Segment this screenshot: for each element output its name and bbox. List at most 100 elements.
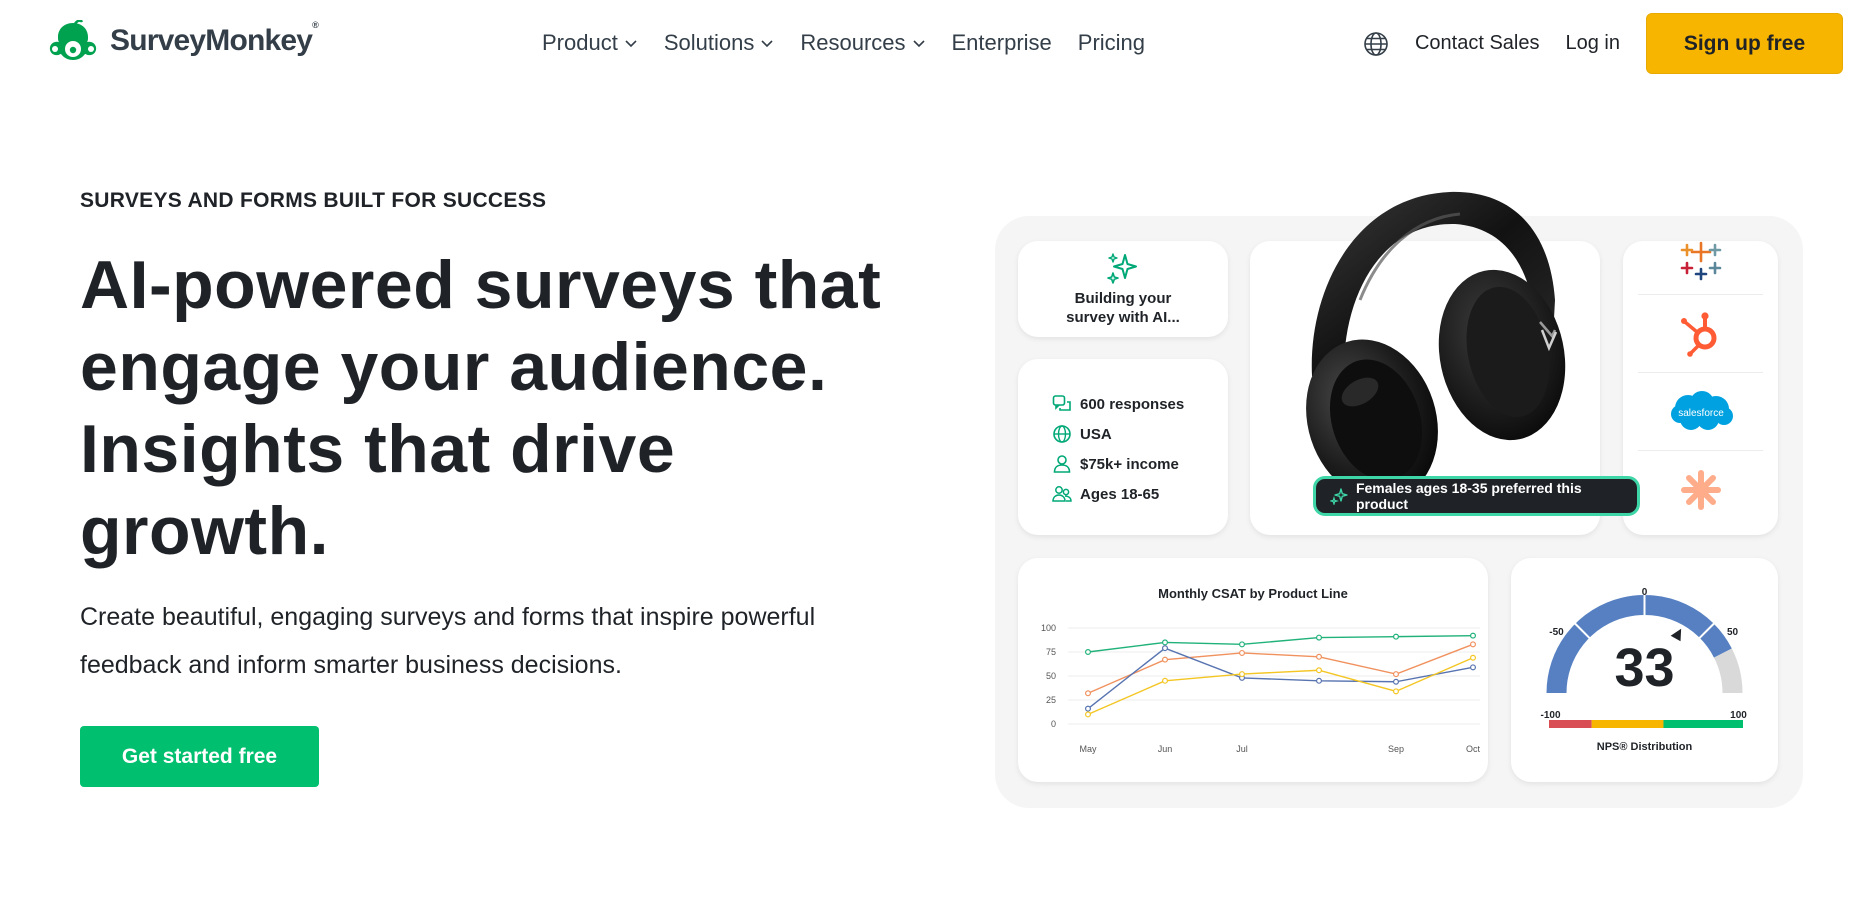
data-point [1316,634,1323,641]
data-point [1162,639,1169,646]
data-point [1084,648,1091,655]
salesforce-logo: salesforce [1638,373,1763,451]
nav-pricing-label: Pricing [1077,30,1146,55]
data-point [1084,705,1091,712]
nps-label: NPS® Distribution [1597,741,1693,753]
data-point [1084,711,1091,718]
data-point [1239,671,1246,678]
integrations-card: salesforce [1623,241,1778,535]
nps-distribution-segment [1591,720,1664,728]
demographic-responses: 600 responses [1052,389,1228,419]
gauge-empty-arc [1713,648,1743,694]
zapier-icon [1680,470,1721,510]
data-point [1316,677,1323,684]
nav-solutions[interactable]: Solutions [664,30,775,56]
demographic-label: 600 responses [1080,395,1185,413]
data-point [1162,677,1169,684]
gauge-tick-label: 100 [1730,710,1747,721]
nps-gauge: -100 -50 0 50 100 33 NPS® Distribution [1540,587,1747,753]
nav-pricing[interactable]: Pricing [1078,30,1145,56]
csat-chart-card: Monthly CSAT by Product Line 100 75 50 25 0 M… [1018,558,1488,782]
nav-resources[interactable]: Resources [800,30,925,56]
nav-enterprise-label: Enterprise [951,30,1052,55]
demographic-income: $75k+ income [1052,449,1228,479]
data-point [1393,633,1400,640]
data-point [1162,645,1169,652]
gauge-tick-label: 50 [1727,627,1739,638]
chevron-down-icon [625,40,637,48]
data-point [1162,656,1169,663]
nav-solutions-label: Solutions [663,30,755,55]
data-point [1316,653,1323,660]
chevron-down-icon [761,40,773,48]
primary-nav: Product Solutions Resources Enterprise P… [542,30,1145,56]
chat-bubbles-icon [1052,395,1071,411]
salesforce-icon: salesforce [1670,390,1733,430]
audience-demographics-card: 600 responses USA $75k+ income Ages 18-6… [1018,359,1228,535]
x-tick-label: May [1079,744,1097,754]
hubspot-logo [1638,295,1763,373]
nps-gauge-card: -100 -50 0 50 100 33 NPS® Distribution [1511,558,1778,782]
nps-distribution-segment [1549,720,1592,728]
sign-up-button[interactable]: Sign up free [1646,13,1843,74]
nav-enterprise[interactable]: Enterprise [952,30,1052,56]
chevron-down-icon [912,40,925,48]
top-nav: SurveyMonkey® Product Solutions Resource… [0,0,1857,86]
data-point [1239,641,1246,648]
sparkle-icon [1107,253,1137,284]
nps-score: 33 [1614,638,1674,698]
hubspot-icon [1680,311,1716,357]
y-tick-label: 25 [1046,695,1056,705]
surveymonkey-logo-icon [49,20,97,60]
y-tick-label: 75 [1046,647,1056,657]
people-icon [1052,486,1072,502]
data-point [1393,688,1400,695]
data-point [1316,667,1323,674]
data-point [1470,654,1477,661]
login-link[interactable]: Log in [1566,32,1621,55]
demographic-label: Ages 18-65 [1080,485,1160,503]
ai-building-text: Building your survey with AI... [1066,290,1180,326]
csat-line-chart: 100 75 50 25 0 May Jun Jul Sep Oct [1041,623,1481,754]
gauge-tick-label: -50 [1549,627,1564,638]
hero-eyebrow: SURVEYS AND FORMS BUILT FOR SUCCESS [80,189,547,212]
nav-actions: Contact Sales Log in Sign up free [1363,13,1843,74]
data-point [1470,664,1477,671]
data-point [1084,690,1091,697]
svg-text:salesforce: salesforce [1678,408,1724,419]
gauge-tick-label: -100 [1540,710,1560,721]
nav-resources-label: Resources [800,30,906,55]
gauge-tick-label: 0 [1642,587,1648,598]
nav-product[interactable]: Product [542,30,638,56]
x-tick-label: Jul [1236,744,1248,754]
brand-name: SurveyMonkey® [110,20,319,57]
series-line [1087,634,1474,653]
data-point [1470,641,1477,648]
insight-badge-text: Females ages 18-35 preferred this produc… [1355,480,1582,512]
person-icon [1053,455,1071,473]
globe-icon [1053,425,1071,443]
surveymonkey-logo[interactable]: SurveyMonkey® [44,20,319,62]
hero-subtext: Create beautiful, engaging surveys and f… [80,603,816,679]
globe-icon[interactable] [1363,31,1389,57]
demographic-label: USA [1080,425,1112,443]
x-tick-label: Jun [1158,744,1173,754]
hero-headline: AI-powered surveys that engage your audi… [80,247,882,569]
y-tick-label: 100 [1041,623,1056,633]
data-point [1393,671,1400,678]
x-tick-label: Oct [1466,744,1481,754]
y-tick-label: 50 [1046,671,1056,681]
tableau-logo [1638,241,1763,295]
sparkle-icon [1330,488,1348,505]
nav-product-label: Product [542,30,618,55]
contact-sales-link[interactable]: Contact Sales [1415,32,1540,55]
get-started-button[interactable]: Get started free [80,726,319,787]
demographic-ages: Ages 18-65 [1052,479,1228,509]
insight-badge: Females ages 18-35 preferred this produc… [1313,476,1640,516]
data-point [1393,678,1400,685]
x-tick-label: Sep [1388,744,1404,754]
demographic-label: $75k+ income [1080,455,1179,473]
demographic-country: USA [1052,419,1228,449]
nps-distribution-segment [1663,720,1743,728]
ai-building-card: Building your survey with AI... [1018,241,1228,337]
